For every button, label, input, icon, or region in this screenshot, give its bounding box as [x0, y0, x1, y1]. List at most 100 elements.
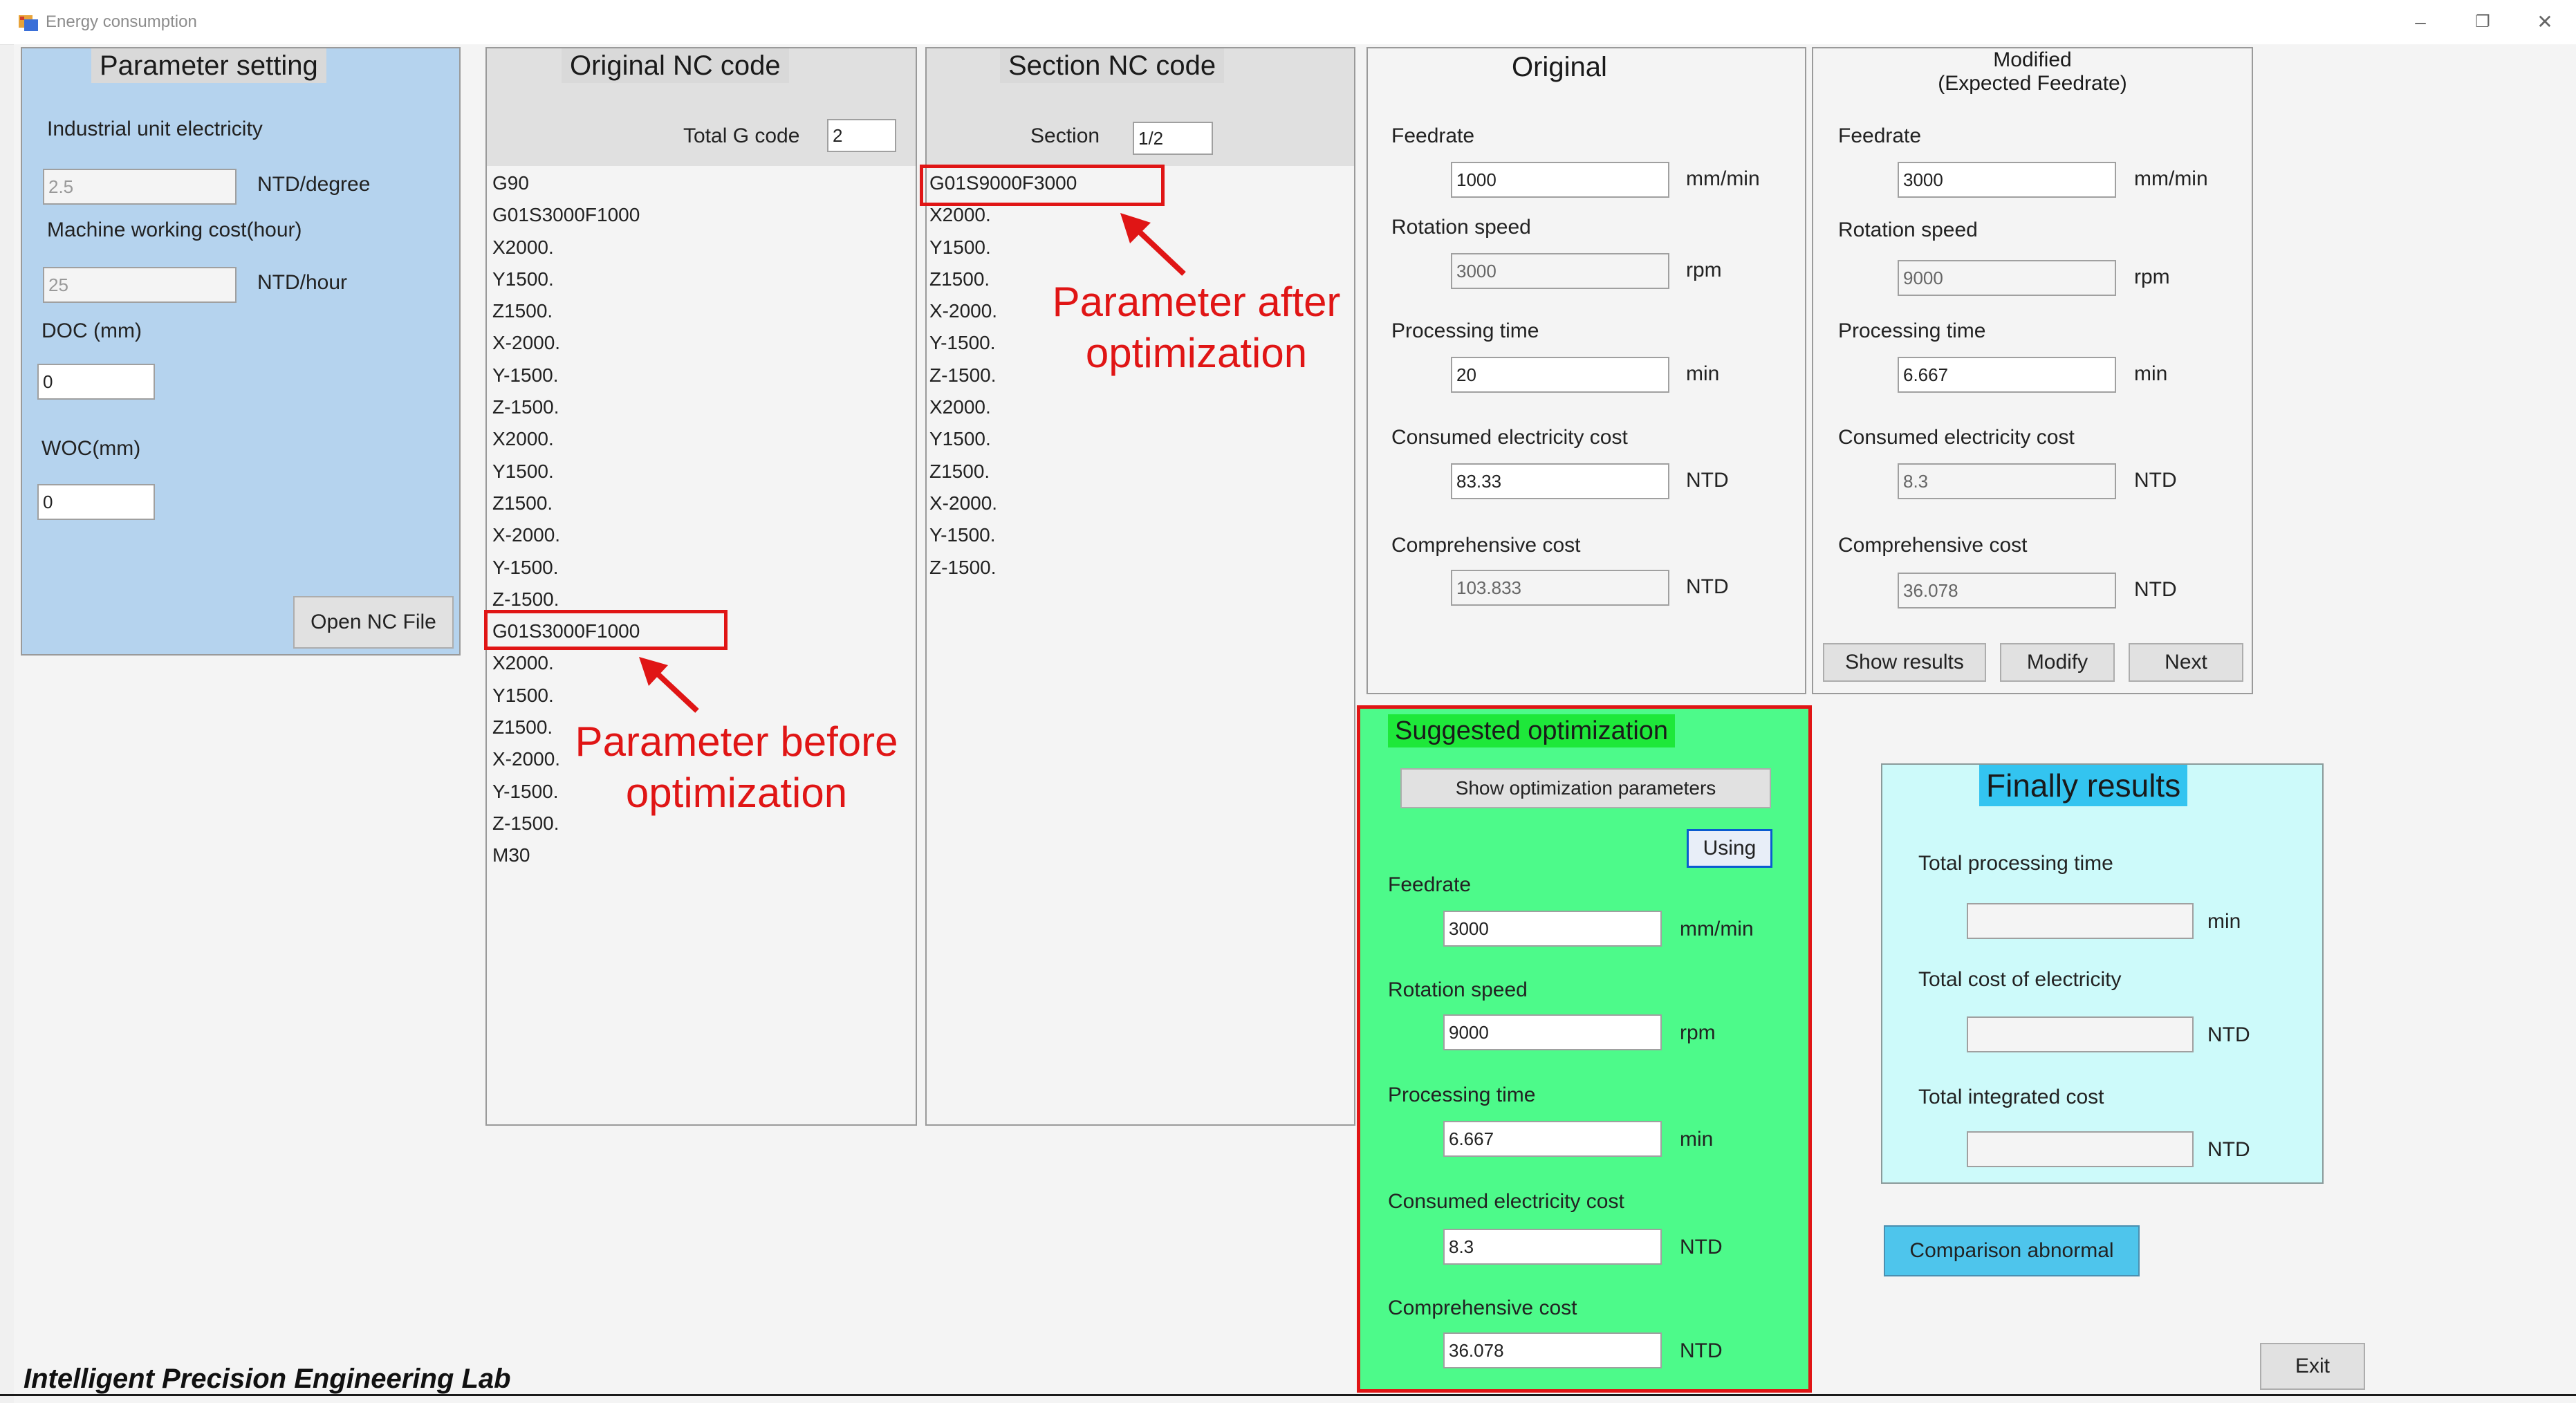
modified-elec-field[interactable]: 8.3	[1898, 463, 2116, 499]
modified-comp-field[interactable]: 36.078	[1898, 573, 2116, 608]
electricity-unit: NTD/degree	[257, 173, 371, 196]
footer-lab-name: Intelligent Precision Engineering Lab	[24, 1364, 511, 1394]
machine-cost-unit: NTD/hour	[257, 271, 348, 294]
suggested-elec-field[interactable]: 8.3	[1443, 1229, 1662, 1265]
original-comp-field[interactable]: 103.833	[1451, 570, 1669, 606]
original-title: Original	[1503, 50, 1615, 84]
total-gcode-field[interactable]: 2	[827, 119, 896, 152]
before-annotation-line1: Parameter before	[575, 718, 898, 765]
after-arrow-icon	[1120, 213, 1186, 276]
total-elec-field[interactable]	[1967, 1016, 2194, 1052]
total-integrated-field[interactable]	[1967, 1131, 2194, 1167]
suggested-optimization-title: Suggested optimization	[1388, 714, 1676, 747]
close-icon[interactable]: ✕	[2517, 7, 2573, 37]
parameter-setting-panel: Parameter setting Industrial unit electr…	[21, 47, 461, 656]
original-elec-unit: NTD	[1686, 469, 1729, 492]
original-feedrate-unit: mm/min	[1686, 167, 1760, 190]
modified-feedrate-field[interactable]: 3000	[1898, 162, 2116, 198]
section-code-line: X2000.	[929, 396, 991, 418]
after-annotation-line2: optimization	[1085, 330, 1308, 376]
nc-code-line: Y1500.	[492, 268, 554, 290]
machine-cost-field[interactable]: 25	[43, 267, 237, 303]
total-time-field[interactable]	[1967, 903, 2194, 939]
original-time-label: Processing time	[1391, 319, 1539, 342]
suggested-feedrate-field[interactable]: 3000	[1443, 911, 1662, 947]
doc-field[interactable]: 0	[37, 364, 155, 400]
after-highlight-box	[920, 165, 1165, 206]
using-button[interactable]: Using	[1687, 829, 1772, 868]
original-time-field[interactable]: 20	[1451, 357, 1669, 393]
suggested-comp-field[interactable]: 36.078	[1443, 1332, 1662, 1368]
section-code-line: Y-1500.	[929, 524, 996, 546]
before-highlight-box	[484, 610, 728, 650]
nc-code-line: Y1500.	[492, 460, 554, 482]
section-code-line: Z-1500.	[929, 556, 997, 578]
original-panel: Original Feedrate 1000 mm/min Rotation s…	[1366, 47, 1806, 694]
suggested-feedrate-label: Feedrate	[1388, 873, 1472, 896]
show-results-button[interactable]: Show results	[1823, 643, 1986, 682]
suggested-rotation-label: Rotation speed	[1388, 978, 1528, 1001]
total-time-label: Total processing time	[1918, 852, 2113, 875]
section-code-line: X-2000.	[929, 492, 998, 514]
original-feedrate-field[interactable]: 1000	[1451, 162, 1669, 198]
machine-cost-label: Machine working cost(hour)	[47, 219, 302, 241]
nc-code-line: Z-1500.	[492, 396, 559, 418]
nc-code-line: X-2000.	[492, 524, 561, 546]
suggested-rotation-field[interactable]: 9000	[1443, 1014, 1662, 1050]
modify-button[interactable]: Modify	[2000, 643, 2115, 682]
nc-code-line: M30	[492, 844, 530, 866]
total-elec-unit: NTD	[2207, 1023, 2250, 1046]
original-feedrate-label: Feedrate	[1391, 124, 1475, 147]
suggested-time-label: Processing time	[1388, 1084, 1536, 1106]
modified-elec-unit: NTD	[2134, 469, 2177, 492]
suggested-elec-unit: NTD	[1680, 1236, 1723, 1258]
original-nc-title: Original NC code	[562, 48, 789, 83]
minimize-icon[interactable]: –	[2393, 7, 2448, 37]
original-nc-panel: Original NC code Total G code 2 G90 G01S3…	[485, 47, 917, 1126]
original-rotation-label: Rotation speed	[1391, 216, 1531, 239]
suggested-elec-label: Consumed electricity cost	[1388, 1190, 1624, 1213]
modified-title-line1: Modified	[1993, 48, 2072, 71]
total-time-unit: min	[2207, 910, 2241, 933]
original-rotation-unit: rpm	[1686, 259, 1722, 281]
before-arrow-icon	[639, 657, 699, 713]
total-gcode-label: Total G code	[683, 124, 800, 147]
original-comp-unit: NTD	[1686, 575, 1729, 598]
modified-time-label: Processing time	[1838, 319, 1986, 342]
section-code-line: Z1500.	[929, 460, 990, 482]
original-rotation-field[interactable]: 3000	[1451, 253, 1669, 289]
nc-code-line: Z1500.	[492, 492, 553, 514]
after-annotation-line1: Parameter after	[1052, 279, 1341, 325]
app-icon	[19, 15, 38, 31]
original-elec-label: Consumed electricity cost	[1391, 426, 1628, 449]
nc-code-line: X2000.	[492, 428, 554, 450]
suggested-time-field[interactable]: 6.667	[1443, 1121, 1662, 1157]
maximize-icon[interactable]: ❐	[2455, 7, 2510, 37]
doc-label: DOC (mm)	[41, 319, 142, 342]
modified-elec-label: Consumed electricity cost	[1838, 426, 2075, 449]
woc-label: WOC(mm)	[41, 437, 141, 460]
final-results-title: Finally results	[1979, 765, 2188, 806]
open-nc-file-button[interactable]: Open NC File	[293, 596, 454, 649]
modified-time-field[interactable]: 6.667	[1898, 357, 2116, 393]
suggested-feedrate-unit: mm/min	[1680, 918, 1754, 940]
next-button[interactable]: Next	[2129, 643, 2243, 682]
woc-field[interactable]: 0	[37, 484, 155, 520]
modified-time-unit: min	[2134, 362, 2168, 385]
modified-rotation-field[interactable]: 9000	[1898, 260, 2116, 296]
section-nc-title: Section NC code	[1000, 48, 1225, 83]
suggested-optimization-panel: Suggested optimization Show optimization…	[1357, 705, 1812, 1393]
nc-code-line: Y-1500.	[492, 556, 559, 578]
show-optimization-parameters-button[interactable]: Show optimization parameters	[1400, 768, 1771, 808]
exit-button[interactable]: Exit	[2260, 1343, 2365, 1390]
original-elec-field[interactable]: 83.33	[1451, 463, 1669, 499]
electricity-field[interactable]: 2.5	[43, 169, 237, 205]
total-integrated-unit: NTD	[2207, 1138, 2250, 1161]
suggested-comp-label: Comprehensive cost	[1388, 1297, 1577, 1319]
section-field[interactable]: 1/2	[1133, 122, 1213, 155]
comparison-abnormal-button[interactable]: Comparison abnormal	[1884, 1225, 2140, 1276]
modified-feedrate-label: Feedrate	[1838, 124, 1922, 147]
window-title: Energy consumption	[46, 12, 197, 31]
nc-code-line: X2000.	[492, 236, 554, 258]
modified-comp-label: Comprehensive cost	[1838, 534, 2028, 557]
